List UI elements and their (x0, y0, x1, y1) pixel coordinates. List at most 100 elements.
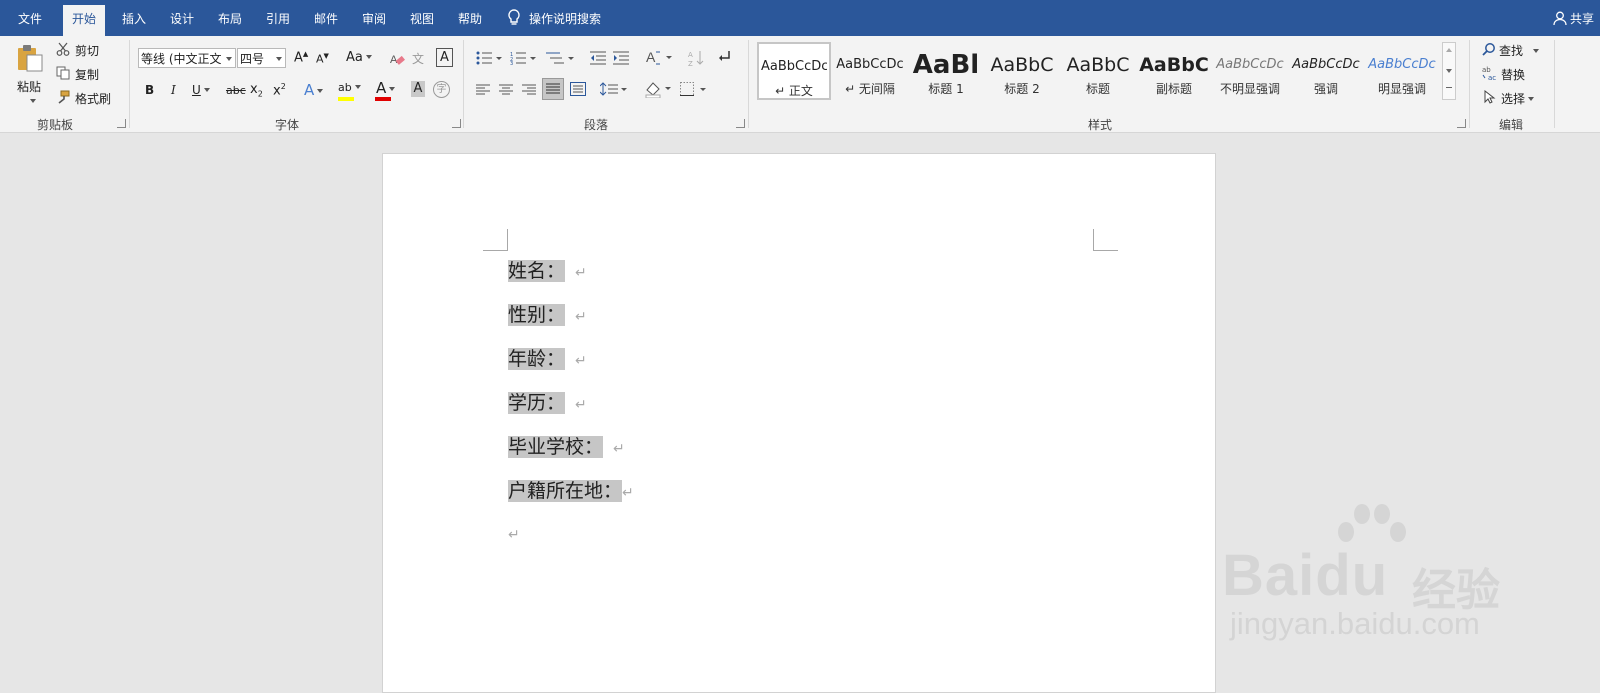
document-line[interactable]: 年龄： ↵ (508, 337, 587, 381)
styles-launcher-icon[interactable] (1457, 119, 1466, 128)
highlight-icon: ab (338, 81, 352, 94)
borders-icon[interactable] (680, 82, 708, 96)
increase-indent-icon[interactable] (613, 51, 629, 65)
superscript-mark: 2 (280, 82, 286, 91)
format-painter-button[interactable]: 格式刷 (75, 90, 111, 107)
chinese-layout-icon[interactable]: A (646, 49, 674, 67)
svg-text:ac: ac (1488, 74, 1496, 81)
subscript-button[interactable]: x2 (250, 82, 263, 99)
editing-group-label: 编辑 (1499, 118, 1524, 132)
paste-dropdown-icon[interactable] (30, 99, 36, 103)
shrink-font-button[interactable]: A▼ (316, 52, 329, 66)
justify-button[interactable] (542, 78, 564, 100)
tab-layout[interactable]: 布局 (218, 0, 242, 36)
lightbulb-icon (508, 9, 520, 25)
style-intense-emphasis[interactable]: AaBbCcDc 明显强调 (1365, 42, 1439, 100)
cut-button[interactable]: 剪切 (75, 42, 99, 59)
chevron-down-icon[interactable] (1446, 69, 1452, 73)
style-heading-1[interactable]: AaBl 标题 1 (909, 42, 983, 100)
selected-text: 年龄： (508, 348, 566, 370)
paste-icon[interactable] (15, 43, 45, 73)
paragraph-launcher-icon[interactable] (736, 119, 745, 128)
shading-icon[interactable] (644, 80, 672, 98)
tab-design[interactable]: 设计 (170, 0, 194, 36)
tab-home[interactable]: 开始 (63, 5, 106, 36)
phonetic-guide-button[interactable]: 文 (412, 50, 424, 67)
italic-button[interactable]: I (171, 83, 176, 97)
sort-icon[interactable]: AZ (688, 49, 704, 67)
underline-button[interactable]: U (192, 83, 210, 97)
tab-help[interactable]: 帮助 (458, 0, 482, 36)
subscript-icon: x (250, 82, 258, 97)
more-styles-icon[interactable] (1446, 87, 1452, 88)
watermark-du: du (1315, 543, 1389, 608)
line-spacing-icon[interactable] (600, 82, 628, 96)
font-size-combo[interactable]: 四号 (237, 48, 286, 68)
multilevel-list-icon[interactable] (546, 51, 574, 65)
document-line[interactable]: 性别： ↵ (508, 293, 587, 337)
style-title[interactable]: AaBbC 标题 (1061, 42, 1135, 100)
bullets-icon[interactable] (476, 51, 502, 65)
numbering-icon[interactable]: 123 (510, 51, 536, 65)
font-launcher-icon[interactable] (452, 119, 461, 128)
replace-button[interactable]: 替换 (1501, 66, 1525, 83)
character-shading-button[interactable]: A (411, 81, 425, 97)
style-subtitle[interactable]: AaBbC 副标题 (1137, 42, 1211, 100)
align-left-icon[interactable] (476, 84, 490, 96)
clear-formatting-icon[interactable]: A (389, 51, 405, 67)
document-page[interactable]: 姓名： ↵ 性别： ↵ 年龄： ↵ 学历： ↵ 毕业学校： ↵ 户籍所在地：↵ ↵ (382, 153, 1216, 693)
tab-mailings[interactable]: 邮件 (314, 0, 338, 36)
watermark-brand: Baidu (1222, 542, 1388, 609)
font-name-combo[interactable]: 等线 (中文正文 (138, 48, 236, 68)
document-line[interactable]: 毕业学校： ↵ (508, 425, 625, 469)
document-line[interactable]: 户籍所在地：↵ (508, 469, 634, 513)
highlight-button[interactable]: ab (338, 80, 361, 101)
align-right-icon[interactable] (522, 84, 536, 96)
show-hide-marks-icon[interactable] (717, 50, 731, 64)
tab-review[interactable]: 审阅 (362, 0, 386, 36)
grow-font-button[interactable]: A▲ (294, 50, 308, 65)
style-name: 不明显强调 (1219, 82, 1280, 96)
clipboard-launcher-icon[interactable] (117, 119, 126, 128)
tab-insert[interactable]: 插入 (122, 0, 146, 36)
bold-button[interactable]: B (145, 83, 154, 97)
format-painter-icon (58, 90, 70, 104)
strikethrough-button[interactable]: abc (226, 84, 246, 97)
distributed-icon[interactable] (570, 82, 586, 96)
font-color-icon: A (376, 79, 387, 97)
select-button[interactable]: 选择 (1501, 90, 1535, 107)
enclose-characters-button[interactable]: 字 (433, 81, 450, 98)
copy-button[interactable]: 复制 (75, 66, 99, 83)
find-button[interactable]: 查找 (1499, 42, 1540, 59)
paste-button[interactable]: 粘贴 (17, 78, 41, 95)
chevron-down-icon (226, 57, 232, 61)
font-color-button[interactable]: A (375, 79, 396, 101)
document-line[interactable]: 姓名： ↵ (508, 249, 587, 293)
change-case-button[interactable]: Aa (346, 50, 372, 65)
style-normal[interactable]: AaBbCcDc ↵ 正文 (757, 42, 831, 100)
decrease-indent-icon[interactable] (590, 51, 606, 65)
align-center-icon[interactable] (499, 84, 513, 96)
styles-gallery-scrollbar[interactable] (1442, 42, 1456, 100)
superscript-button[interactable]: x2 (273, 82, 286, 98)
paragraph-mark: ↵ (622, 485, 634, 501)
tab-references[interactable]: 引用 (266, 0, 290, 36)
tab-file[interactable]: 文件 (18, 0, 42, 36)
share-button[interactable]: 共享 (1553, 0, 1594, 36)
document-line[interactable]: ↵ (508, 511, 520, 555)
style-no-spacing[interactable]: AaBbCcDc ↵ 无间隔 (833, 42, 907, 100)
character-border-button[interactable]: A (436, 48, 453, 67)
style-subtle-emphasis[interactable]: AaBbCcDc 不明显强调 (1213, 42, 1287, 100)
ribbon: 粘贴 剪切 复制 格式刷 剪贴板 等线 (中文正文 四号 A▲ A▼ Aa A … (0, 36, 1600, 133)
chevron-up-icon[interactable] (1446, 48, 1452, 52)
style-emphasis[interactable]: AaBbCcDc 强调 (1289, 42, 1363, 100)
copy-icon (56, 66, 70, 80)
text-effects-button[interactable]: A (304, 81, 324, 99)
style-name: 标题 2 (1004, 82, 1040, 96)
selected-text: 学历： (508, 392, 566, 414)
document-line[interactable]: 学历： ↵ (508, 381, 587, 425)
tab-view[interactable]: 视图 (410, 0, 434, 36)
search-icon (1482, 43, 1495, 56)
tell-me-search[interactable]: 操作说明搜索 (507, 0, 601, 36)
style-heading-2[interactable]: AaBbC 标题 2 (985, 42, 1059, 100)
